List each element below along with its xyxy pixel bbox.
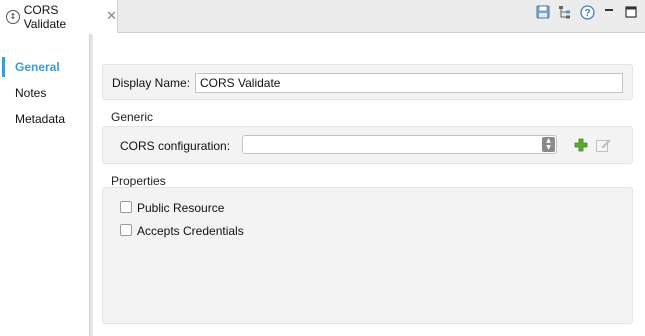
editor-tab-bar: ↕ CORS Validate ✕ ? xyxy=(0,0,645,33)
nav-item-general[interactable]: General xyxy=(0,54,89,80)
display-name-label: Display Name: xyxy=(112,76,191,90)
tree-icon[interactable] xyxy=(557,4,573,20)
save-icon[interactable] xyxy=(535,4,551,20)
close-icon[interactable]: ✕ xyxy=(106,10,117,23)
edit-icon[interactable] xyxy=(595,137,611,153)
svg-text:?: ? xyxy=(584,8,590,19)
cors-configuration-label: CORS configuration: xyxy=(120,139,231,153)
tab-title: CORS Validate xyxy=(23,2,67,31)
public-resource-label: Public Resource xyxy=(137,201,225,215)
public-resource-checkbox[interactable] xyxy=(120,201,132,213)
editor-tab[interactable]: ↕ CORS Validate ✕ xyxy=(0,0,118,33)
add-icon[interactable] xyxy=(573,137,589,153)
view-toolbar: ? xyxy=(535,4,639,20)
nav-item-notes[interactable]: Notes xyxy=(0,80,89,106)
accepts-credentials-checkbox[interactable] xyxy=(120,224,132,236)
message-processor-icon: ↕ xyxy=(6,9,20,24)
nav-item-metadata[interactable]: Metadata xyxy=(0,106,89,132)
properties-nav: General Notes Metadata xyxy=(0,34,90,336)
nav-divider xyxy=(90,34,93,336)
display-name-field[interactable]: CORS Validate xyxy=(195,73,623,93)
generic-section-title: Generic xyxy=(111,110,154,124)
chevron-updown-icon: ▲ ▼ xyxy=(542,137,555,152)
properties-section-title: Properties xyxy=(111,174,166,188)
maximize-icon[interactable] xyxy=(623,4,639,20)
help-icon[interactable]: ? xyxy=(579,4,595,20)
minimize-icon[interactable] xyxy=(601,4,617,20)
cors-configuration-select[interactable]: ▲ ▼ xyxy=(242,135,557,154)
accepts-credentials-label: Accepts Credentials xyxy=(137,224,244,238)
